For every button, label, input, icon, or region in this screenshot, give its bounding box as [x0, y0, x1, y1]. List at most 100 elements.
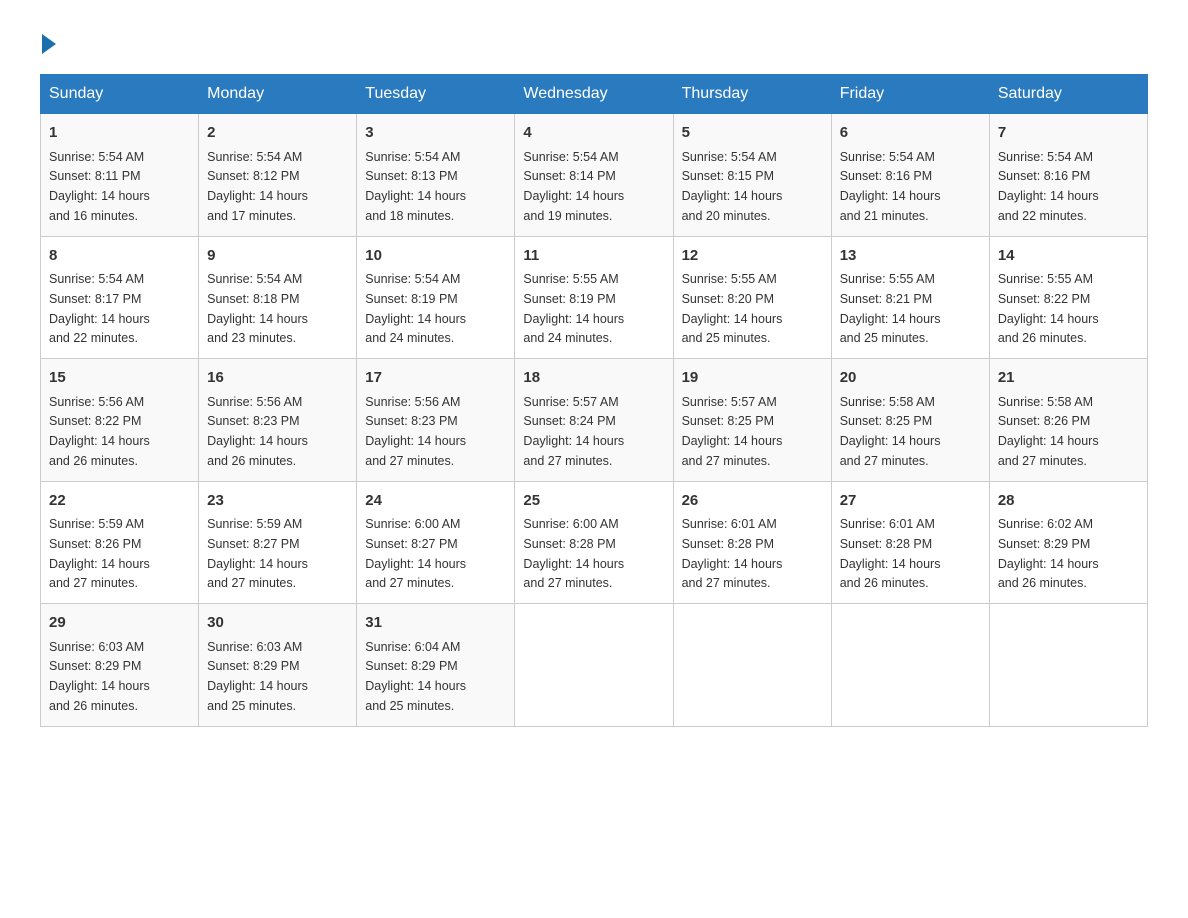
day-number: 5 — [682, 122, 823, 145]
day-info: Sunrise: 6:01 AMSunset: 8:28 PMDaylight:… — [840, 517, 941, 590]
day-number: 3 — [365, 122, 506, 145]
day-number: 21 — [998, 367, 1139, 390]
calendar-cell: 18 Sunrise: 5:57 AMSunset: 8:24 PMDaylig… — [515, 359, 673, 482]
day-number: 27 — [840, 490, 981, 513]
day-number: 19 — [682, 367, 823, 390]
day-number: 29 — [49, 612, 190, 635]
page-header — [40, 30, 1148, 54]
day-info: Sunrise: 5:54 AMSunset: 8:12 PMDaylight:… — [207, 150, 308, 223]
calendar-cell: 8 Sunrise: 5:54 AMSunset: 8:17 PMDayligh… — [41, 236, 199, 359]
days-header-row: SundayMondayTuesdayWednesdayThursdayFrid… — [41, 75, 1148, 114]
calendar-cell: 10 Sunrise: 5:54 AMSunset: 8:19 PMDaylig… — [357, 236, 515, 359]
calendar-table: SundayMondayTuesdayWednesdayThursdayFrid… — [40, 74, 1148, 727]
week-row-4: 22 Sunrise: 5:59 AMSunset: 8:26 PMDaylig… — [41, 481, 1148, 604]
calendar-cell — [831, 604, 989, 727]
day-number: 28 — [998, 490, 1139, 513]
calendar-cell: 28 Sunrise: 6:02 AMSunset: 8:29 PMDaylig… — [989, 481, 1147, 604]
day-number: 26 — [682, 490, 823, 513]
day-number: 30 — [207, 612, 348, 635]
day-info: Sunrise: 6:00 AMSunset: 8:27 PMDaylight:… — [365, 517, 466, 590]
day-info: Sunrise: 6:03 AMSunset: 8:29 PMDaylight:… — [207, 640, 308, 713]
day-info: Sunrise: 5:55 AMSunset: 8:20 PMDaylight:… — [682, 272, 783, 345]
day-number: 23 — [207, 490, 348, 513]
calendar-cell: 11 Sunrise: 5:55 AMSunset: 8:19 PMDaylig… — [515, 236, 673, 359]
day-number: 10 — [365, 245, 506, 268]
calendar-cell: 26 Sunrise: 6:01 AMSunset: 8:28 PMDaylig… — [673, 481, 831, 604]
calendar-cell: 1 Sunrise: 5:54 AMSunset: 8:11 PMDayligh… — [41, 114, 199, 237]
calendar-cell: 24 Sunrise: 6:00 AMSunset: 8:27 PMDaylig… — [357, 481, 515, 604]
day-number: 1 — [49, 122, 190, 145]
day-info: Sunrise: 5:56 AMSunset: 8:22 PMDaylight:… — [49, 395, 150, 468]
calendar-cell — [515, 604, 673, 727]
calendar-cell: 17 Sunrise: 5:56 AMSunset: 8:23 PMDaylig… — [357, 359, 515, 482]
day-info: Sunrise: 6:00 AMSunset: 8:28 PMDaylight:… — [523, 517, 624, 590]
day-number: 11 — [523, 245, 664, 268]
week-row-1: 1 Sunrise: 5:54 AMSunset: 8:11 PMDayligh… — [41, 114, 1148, 237]
day-info: Sunrise: 6:04 AMSunset: 8:29 PMDaylight:… — [365, 640, 466, 713]
day-header-wednesday: Wednesday — [515, 75, 673, 114]
day-info: Sunrise: 5:54 AMSunset: 8:19 PMDaylight:… — [365, 272, 466, 345]
day-info: Sunrise: 5:58 AMSunset: 8:26 PMDaylight:… — [998, 395, 1099, 468]
calendar-cell: 19 Sunrise: 5:57 AMSunset: 8:25 PMDaylig… — [673, 359, 831, 482]
day-number: 12 — [682, 245, 823, 268]
calendar-cell: 12 Sunrise: 5:55 AMSunset: 8:20 PMDaylig… — [673, 236, 831, 359]
calendar-cell: 29 Sunrise: 6:03 AMSunset: 8:29 PMDaylig… — [41, 604, 199, 727]
calendar-cell: 30 Sunrise: 6:03 AMSunset: 8:29 PMDaylig… — [199, 604, 357, 727]
day-info: Sunrise: 6:02 AMSunset: 8:29 PMDaylight:… — [998, 517, 1099, 590]
week-row-2: 8 Sunrise: 5:54 AMSunset: 8:17 PMDayligh… — [41, 236, 1148, 359]
day-info: Sunrise: 5:57 AMSunset: 8:24 PMDaylight:… — [523, 395, 624, 468]
calendar-cell: 15 Sunrise: 5:56 AMSunset: 8:22 PMDaylig… — [41, 359, 199, 482]
week-row-5: 29 Sunrise: 6:03 AMSunset: 8:29 PMDaylig… — [41, 604, 1148, 727]
day-info: Sunrise: 5:59 AMSunset: 8:26 PMDaylight:… — [49, 517, 150, 590]
day-info: Sunrise: 5:54 AMSunset: 8:11 PMDaylight:… — [49, 150, 150, 223]
day-info: Sunrise: 5:57 AMSunset: 8:25 PMDaylight:… — [682, 395, 783, 468]
week-row-3: 15 Sunrise: 5:56 AMSunset: 8:22 PMDaylig… — [41, 359, 1148, 482]
day-number: 20 — [840, 367, 981, 390]
day-number: 8 — [49, 245, 190, 268]
day-header-tuesday: Tuesday — [357, 75, 515, 114]
day-info: Sunrise: 5:55 AMSunset: 8:19 PMDaylight:… — [523, 272, 624, 345]
day-header-thursday: Thursday — [673, 75, 831, 114]
day-info: Sunrise: 5:54 AMSunset: 8:18 PMDaylight:… — [207, 272, 308, 345]
logo-arrow-icon — [42, 34, 56, 54]
day-info: Sunrise: 5:54 AMSunset: 8:16 PMDaylight:… — [840, 150, 941, 223]
day-info: Sunrise: 5:54 AMSunset: 8:17 PMDaylight:… — [49, 272, 150, 345]
day-info: Sunrise: 5:55 AMSunset: 8:22 PMDaylight:… — [998, 272, 1099, 345]
day-number: 2 — [207, 122, 348, 145]
day-number: 4 — [523, 122, 664, 145]
calendar-cell: 16 Sunrise: 5:56 AMSunset: 8:23 PMDaylig… — [199, 359, 357, 482]
calendar-cell: 2 Sunrise: 5:54 AMSunset: 8:12 PMDayligh… — [199, 114, 357, 237]
day-number: 15 — [49, 367, 190, 390]
day-info: Sunrise: 5:54 AMSunset: 8:15 PMDaylight:… — [682, 150, 783, 223]
calendar-cell: 5 Sunrise: 5:54 AMSunset: 8:15 PMDayligh… — [673, 114, 831, 237]
day-number: 18 — [523, 367, 664, 390]
day-info: Sunrise: 5:54 AMSunset: 8:14 PMDaylight:… — [523, 150, 624, 223]
day-info: Sunrise: 5:59 AMSunset: 8:27 PMDaylight:… — [207, 517, 308, 590]
day-number: 9 — [207, 245, 348, 268]
day-info: Sunrise: 6:03 AMSunset: 8:29 PMDaylight:… — [49, 640, 150, 713]
calendar-cell: 21 Sunrise: 5:58 AMSunset: 8:26 PMDaylig… — [989, 359, 1147, 482]
day-info: Sunrise: 6:01 AMSunset: 8:28 PMDaylight:… — [682, 517, 783, 590]
day-number: 14 — [998, 245, 1139, 268]
day-number: 7 — [998, 122, 1139, 145]
calendar-cell — [989, 604, 1147, 727]
day-number: 13 — [840, 245, 981, 268]
calendar-cell: 22 Sunrise: 5:59 AMSunset: 8:26 PMDaylig… — [41, 481, 199, 604]
calendar-cell: 4 Sunrise: 5:54 AMSunset: 8:14 PMDayligh… — [515, 114, 673, 237]
day-header-friday: Friday — [831, 75, 989, 114]
calendar-cell: 23 Sunrise: 5:59 AMSunset: 8:27 PMDaylig… — [199, 481, 357, 604]
day-number: 31 — [365, 612, 506, 635]
calendar-cell: 3 Sunrise: 5:54 AMSunset: 8:13 PMDayligh… — [357, 114, 515, 237]
day-info: Sunrise: 5:58 AMSunset: 8:25 PMDaylight:… — [840, 395, 941, 468]
day-number: 16 — [207, 367, 348, 390]
day-info: Sunrise: 5:56 AMSunset: 8:23 PMDaylight:… — [365, 395, 466, 468]
day-number: 25 — [523, 490, 664, 513]
calendar-cell: 9 Sunrise: 5:54 AMSunset: 8:18 PMDayligh… — [199, 236, 357, 359]
day-header-sunday: Sunday — [41, 75, 199, 114]
calendar-cell: 31 Sunrise: 6:04 AMSunset: 8:29 PMDaylig… — [357, 604, 515, 727]
day-number: 22 — [49, 490, 190, 513]
calendar-cell: 6 Sunrise: 5:54 AMSunset: 8:16 PMDayligh… — [831, 114, 989, 237]
day-info: Sunrise: 5:56 AMSunset: 8:23 PMDaylight:… — [207, 395, 308, 468]
day-info: Sunrise: 5:54 AMSunset: 8:16 PMDaylight:… — [998, 150, 1099, 223]
calendar-cell: 20 Sunrise: 5:58 AMSunset: 8:25 PMDaylig… — [831, 359, 989, 482]
